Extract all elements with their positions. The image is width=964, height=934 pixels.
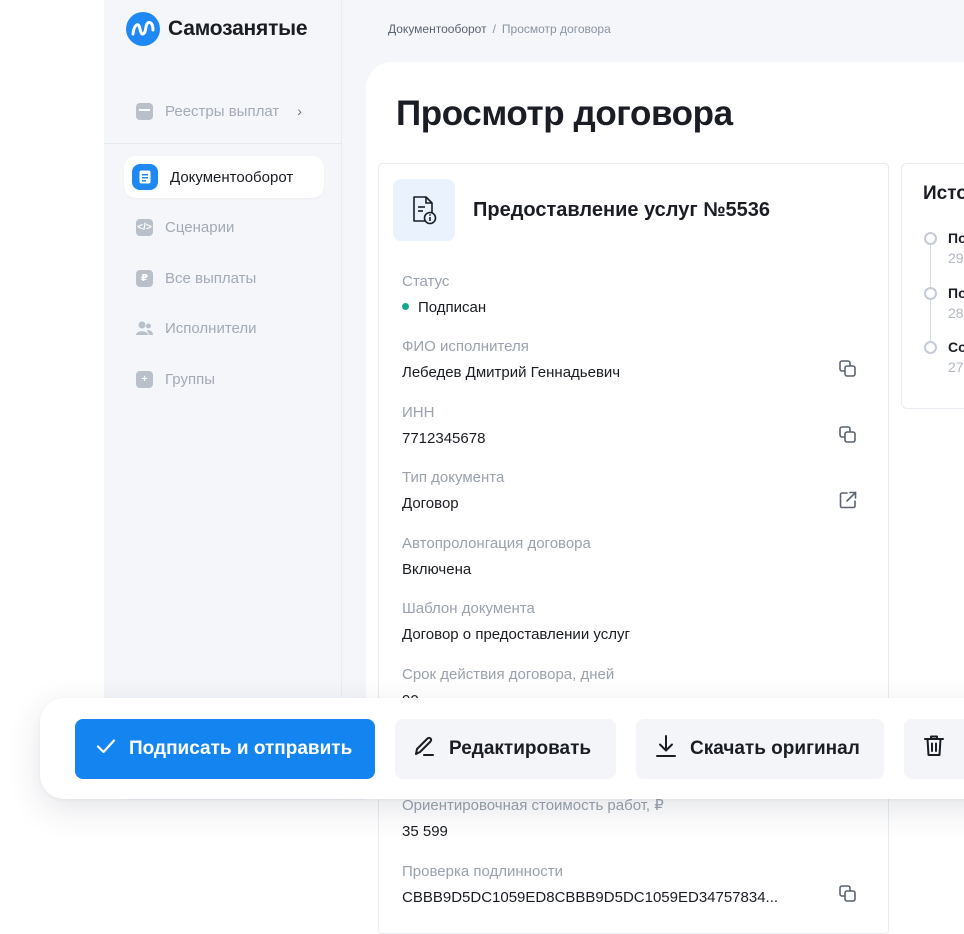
field-value: Договор о предоставлении услуг (402, 626, 630, 643)
users-icon (136, 320, 153, 337)
field-value: Включена (402, 561, 472, 578)
field-label: Шаблон документа (402, 600, 535, 617)
sidebar-item-label: Группы (165, 370, 215, 388)
field-value: Договор (402, 495, 459, 512)
sidebar-item-scenarios[interactable]: </> Сценарии (124, 206, 324, 248)
field-value: 7712345678 (402, 430, 486, 447)
sidebar-item-label: Все выплаты (165, 269, 257, 287)
field-value: 35 599 (402, 823, 448, 840)
history-item-name: По (948, 230, 964, 246)
field-label: Проверка подлинности (402, 863, 564, 880)
card-icon (136, 102, 153, 120)
copy-icon[interactable] (838, 425, 858, 445)
field-document-type: Тип документа Договор (402, 468, 862, 514)
field-label: ИНН (402, 404, 435, 421)
sign-and-send-button[interactable]: Подписать и отправить (75, 719, 375, 779)
sidebar-item-document-flow[interactable]: Документооборот (124, 156, 324, 198)
field-auto-renewal: Автопролонгация договора Включена (402, 534, 862, 580)
field-label: ФИО исполнителя (402, 338, 529, 355)
copy-icon[interactable] (838, 884, 858, 904)
sidebar-item-performers[interactable]: Исполнители (124, 307, 324, 349)
field-performer-name: ФИО исполнителя Лебедев Дмитрий Геннадье… (402, 337, 862, 383)
timeline-dot-icon (924, 287, 937, 300)
field-label: Автопролонгация договора (402, 535, 591, 552)
field-status: Статус Подписан (402, 272, 862, 318)
breadcrumb-current: Просмотр договора (501, 22, 611, 36)
sidebar-item-label: Документооборот (170, 168, 294, 186)
breadcrumb-link-document-flow[interactable]: Документооборот (388, 22, 487, 36)
brand-name: Самозанятые (168, 17, 308, 40)
sidebar-item-groups[interactable]: + Группы (124, 358, 324, 400)
history-item-date: 27 (948, 359, 964, 375)
history-item-date: 28 (948, 305, 964, 321)
status-value: Подписан (418, 299, 487, 316)
brand-logo-icon (126, 12, 160, 46)
sidebar-item-all-payments[interactable]: ₽ Все выплаты (124, 257, 324, 299)
pencil-icon (411, 733, 437, 765)
sidebar-item-label: Исполнители (165, 319, 257, 337)
button-label: Подписать и отправить (129, 738, 353, 759)
sidebar-item-label: Сценарии (165, 218, 235, 236)
status-dot-icon (402, 302, 409, 310)
contract-title: Предоставление услуг №5536 (473, 198, 771, 221)
history-item-date: 29 (948, 250, 964, 266)
trash-icon (922, 733, 946, 765)
field-label: Ориентировочная стоимость работ, ₽ (402, 797, 664, 814)
field-inn: ИНН 7712345678 (402, 403, 862, 449)
field-label: Тип документа (402, 469, 505, 486)
breadcrumb: Документооборот / Просмотр договора (388, 22, 611, 36)
folder-plus-icon: + (136, 370, 153, 388)
document-info-icon (393, 179, 455, 241)
button-label: Скачать оригинал (690, 738, 860, 759)
history-item-name: Со (948, 339, 964, 355)
sidebar: Самозанятые Реестры выплат › Документооб… (104, 0, 342, 800)
contract-header: Предоставление услуг №5536 (393, 179, 770, 241)
breadcrumb-separator: / (492, 22, 496, 36)
document-icon (132, 164, 158, 190)
field-value: Лебедев Дмитрий Геннадьевич (402, 364, 621, 381)
field-estimated-cost: Ориентировочная стоимость работ, ₽ 35 59… (402, 796, 862, 842)
button-label: Редактировать (449, 738, 592, 759)
sidebar-item-payment-registries[interactable]: Реестры выплат › (124, 90, 324, 132)
history-title: История (923, 183, 964, 204)
field-value: CBBB9D5DC1059ED8CBBB9D5DC1059ED34757834.… (402, 889, 779, 906)
code-icon: </> (136, 218, 153, 236)
sidebar-item-label: Реестры выплат (165, 102, 280, 120)
brand-logo[interactable]: Самозанятые (126, 12, 308, 46)
page-title: Просмотр договора (396, 94, 733, 133)
sidebar-divider (104, 143, 342, 144)
field-document-template: Шаблон документа Договор о предоставлени… (402, 599, 862, 645)
delete-button[interactable] (904, 719, 964, 779)
timeline-dot-icon (924, 341, 937, 354)
timeline-dot-icon (924, 232, 937, 245)
check-icon (95, 735, 117, 763)
download-icon (654, 733, 678, 765)
field-authenticity-check: Проверка подлинности CBBB9D5DC1059ED8CBB… (402, 862, 862, 908)
chevron-right-icon: › (297, 103, 302, 119)
copy-icon[interactable] (838, 359, 858, 379)
history-item-name: По (948, 285, 964, 301)
field-label: Срок действия договора, дней (402, 666, 615, 683)
external-link-icon[interactable] (838, 490, 858, 510)
ruble-icon: ₽ (136, 269, 153, 287)
download-original-button[interactable]: Скачать оригинал (636, 719, 884, 779)
edit-button[interactable]: Редактировать (395, 719, 616, 779)
field-label: Статус (402, 273, 450, 290)
